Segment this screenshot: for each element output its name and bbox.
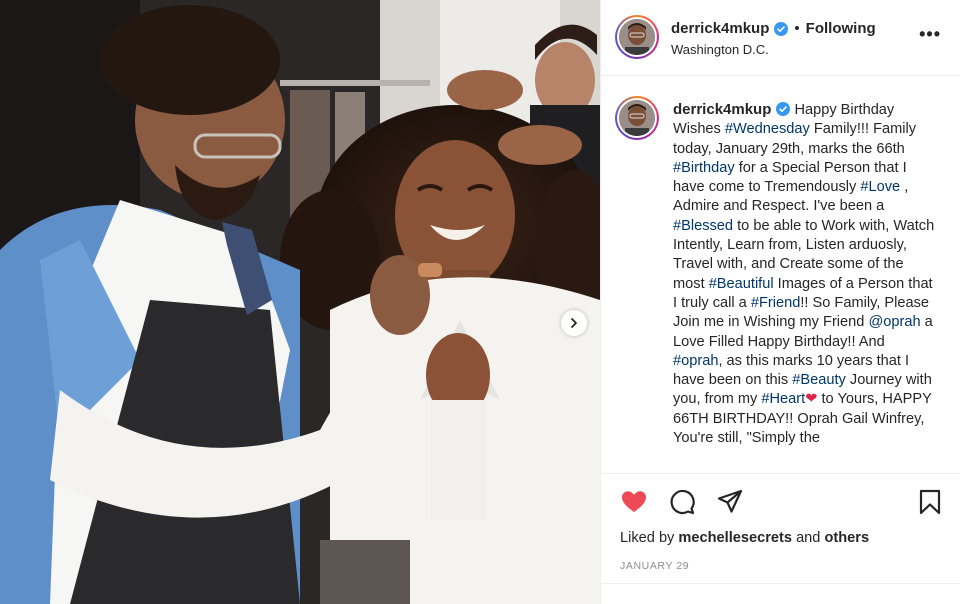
post-photo[interactable] — [0, 0, 600, 604]
comment-icon[interactable] — [668, 488, 696, 516]
verified-badge-icon — [774, 21, 789, 36]
bookmark-icon[interactable] — [916, 488, 944, 516]
liked-by-and: and — [792, 530, 825, 546]
caption-hashtag-link[interactable]: #Love — [860, 179, 900, 195]
header-user-line: derrick4mkup • Following — [671, 20, 876, 37]
post-header: derrick4mkup • Following Washington D.C.… — [601, 0, 960, 76]
caption-hashtag-link[interactable]: #Heart — [761, 391, 805, 407]
post-caption: derrick4mkup Happy Birthday Wishes #Wedn… — [673, 100, 937, 448]
more-options-button[interactable]: ••• — [919, 24, 941, 45]
post-actions: Liked by mechellesecrets and others JANU… — [601, 473, 960, 604]
header-separator: • — [794, 20, 800, 37]
divider — [601, 583, 960, 584]
chevron-right-icon — [571, 318, 577, 328]
liked-by-prefix: Liked by — [620, 530, 679, 546]
caption-hashtag-link[interactable]: #Beautiful — [709, 276, 774, 292]
caption-hashtag-link[interactable]: @oprah — [868, 314, 920, 330]
caption-area: derrick4mkup Happy Birthday Wishes #Wedn… — [601, 76, 960, 473]
liked-by-user[interactable]: mechellesecrets — [678, 530, 792, 546]
author-username[interactable]: derrick4mkup — [671, 20, 769, 37]
heart-emoji-icon: ❤ — [805, 391, 818, 408]
carousel-next-button[interactable] — [561, 310, 587, 336]
photo-illustration — [0, 0, 600, 604]
caption-avatar[interactable] — [615, 96, 659, 140]
paper-plane-icon[interactable] — [716, 488, 744, 516]
avatar-image — [619, 100, 655, 136]
caption-hashtag-link[interactable]: #Friend — [751, 295, 800, 311]
verified-badge-icon — [776, 102, 791, 116]
caption-hashtag-link[interactable]: #Wednesday — [725, 121, 810, 137]
following-button[interactable]: Following — [806, 20, 876, 37]
heart-filled-icon[interactable] — [620, 488, 648, 516]
caption-hashtag-link[interactable]: #Beauty — [792, 372, 846, 388]
caption-username[interactable]: derrick4mkup — [673, 101, 771, 118]
caption-hashtag-link[interactable]: #oprah — [673, 353, 718, 369]
post-side-panel: derrick4mkup • Following Washington D.C.… — [600, 0, 960, 604]
caption-hashtag-link[interactable]: #Blessed — [673, 218, 733, 234]
post-date[interactable]: JANUARY 29 — [620, 560, 689, 572]
liked-by-others[interactable]: others — [824, 530, 869, 546]
author-avatar[interactable] — [615, 15, 659, 59]
liked-by-line: Liked by mechellesecrets and others — [620, 530, 869, 546]
post-location[interactable]: Washington D.C. — [671, 42, 769, 57]
caption-body: Happy Birthday Wishes #Wednesday Family!… — [673, 102, 934, 446]
caption-hashtag-link[interactable]: #Birthday — [673, 160, 735, 176]
avatar-image — [619, 19, 655, 55]
